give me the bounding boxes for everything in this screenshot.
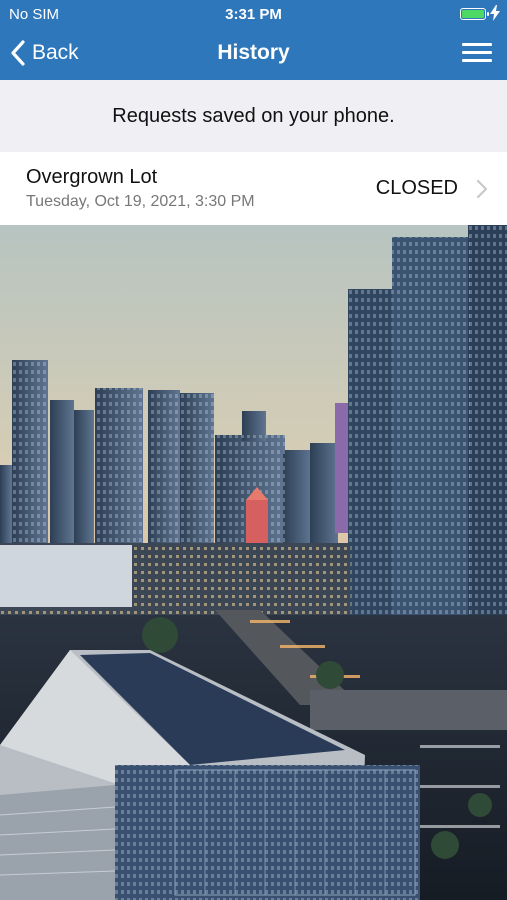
- request-name: Overgrown Lot: [26, 166, 158, 188]
- battery-icon: [460, 8, 489, 20]
- page-title: History: [217, 41, 290, 64]
- status-time: 3:31 PM: [225, 6, 282, 23]
- chevron-right-icon: [476, 179, 488, 199]
- city-skyline-photo: [0, 225, 507, 900]
- charging-bolt-icon: [490, 5, 500, 21]
- hamburger-menu-icon[interactable]: [462, 43, 492, 63]
- request-date: Tuesday, Oct 19, 2021, 3:30 PM: [26, 193, 255, 210]
- info-banner: Requests saved on your phone.: [0, 80, 507, 152]
- status-bar: No SIM 3:31 PM: [0, 0, 507, 28]
- request-row[interactable]: Overgrown Lot Tuesday, Oct 19, 2021, 3:3…: [0, 152, 507, 225]
- request-status: CLOSED: [375, 177, 458, 199]
- navigation-bar: Back History: [0, 28, 507, 80]
